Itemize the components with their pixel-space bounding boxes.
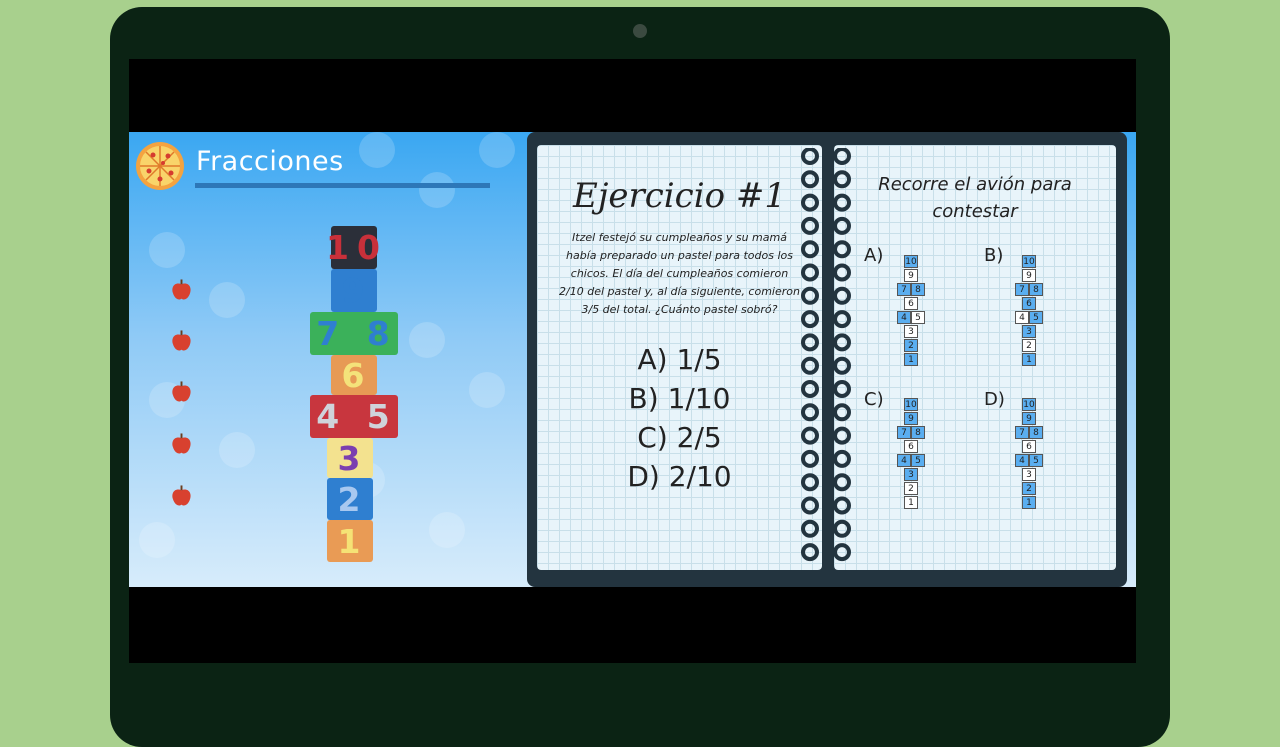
hop-cell: 3 xyxy=(1022,468,1036,481)
pie-decoration xyxy=(139,522,175,558)
notebook-spiral xyxy=(801,148,851,568)
pie-decoration xyxy=(479,132,515,168)
option-label-b: B) xyxy=(984,245,1004,266)
hop-cell: 2 xyxy=(1022,482,1036,495)
answer-b[interactable]: B) 1/10 xyxy=(537,379,822,418)
hop-cell: 5 xyxy=(1029,311,1043,324)
hop-cell: 3 xyxy=(1022,325,1036,338)
laptop-frame: Fracciones 10 9 7 8 6 4 5 3 2 1 Ejercici… xyxy=(110,7,1170,747)
hop-cell: 7 xyxy=(1015,426,1029,439)
notebook-left-page: Ejercicio #1 Itzel festejó su cumpleaños… xyxy=(537,145,822,570)
hop-cell: 2 xyxy=(904,339,918,352)
option-label-d: D) xyxy=(984,389,1005,410)
hop-cell: 1 xyxy=(904,496,918,509)
hop-cell: 2 xyxy=(904,482,918,495)
hop-cell: 4 xyxy=(897,454,911,467)
hopscotch-tile-1[interactable]: 1 xyxy=(327,520,373,562)
hop-cell: 1 xyxy=(1022,496,1036,509)
hop-cell: 1 xyxy=(904,353,918,366)
hop-cell: 4 xyxy=(1015,311,1029,324)
pie-decoration xyxy=(419,172,455,208)
hop-cell: 8 xyxy=(911,426,925,439)
pie-decoration xyxy=(209,282,245,318)
apple-icon xyxy=(172,381,191,402)
apple-icon xyxy=(172,279,191,300)
hop-cell: 7 xyxy=(1015,283,1029,296)
hopscotch-tile-7-8[interactable]: 7 8 xyxy=(310,312,398,355)
hop-cell: 5 xyxy=(1029,454,1043,467)
notebook: Ejercicio #1 Itzel festejó su cumpleaños… xyxy=(527,132,1127,587)
hop-cell: 1 xyxy=(1022,353,1036,366)
title-underline xyxy=(195,183,490,188)
hop-cell: 10 xyxy=(904,255,918,268)
hopscotch-tile-9[interactable]: 9 xyxy=(331,269,377,312)
pie-decoration xyxy=(429,512,465,548)
hop-cell: 6 xyxy=(1022,297,1036,310)
exercise-title: Ejercicio #1 xyxy=(573,176,786,216)
apple-icon xyxy=(172,433,191,454)
hop-cell: 6 xyxy=(904,297,918,310)
hop-cell: 6 xyxy=(904,440,918,453)
hop-cell: 10 xyxy=(904,398,918,411)
answer-a[interactable]: A) 1/5 xyxy=(537,340,822,379)
hop-cell: 9 xyxy=(904,412,918,425)
hopscotch-tile-2[interactable]: 2 xyxy=(327,478,373,520)
hop-cell: 10 xyxy=(1022,255,1036,268)
apple-icon xyxy=(172,485,191,506)
hop-cell: 2 xyxy=(1022,339,1036,352)
hop-cell: 8 xyxy=(911,283,925,296)
hop-cell: 4 xyxy=(897,311,911,324)
hop-cell: 4 xyxy=(1015,454,1029,467)
hopscotch-tile-6[interactable]: 6 xyxy=(331,355,377,395)
hop-cell: 8 xyxy=(1029,283,1043,296)
answer-c[interactable]: C) 2/5 xyxy=(537,418,822,457)
pie-decoration xyxy=(219,432,255,468)
app-title: Fracciones xyxy=(196,146,344,177)
hop-cell: 9 xyxy=(1022,269,1036,282)
hopscotch-tile-4-5[interactable]: 4 5 xyxy=(310,395,398,438)
notebook-right-page: Recorre el avión para contestar A) B) C)… xyxy=(834,145,1116,570)
option-label-c: C) xyxy=(864,389,884,410)
hop-cell: 8 xyxy=(1029,426,1043,439)
hop-cell: 7 xyxy=(897,426,911,439)
pie-decoration xyxy=(469,372,505,408)
screen: Fracciones 10 9 7 8 6 4 5 3 2 1 Ejercici… xyxy=(129,59,1136,663)
slide-canvas: Fracciones 10 9 7 8 6 4 5 3 2 1 Ejercici… xyxy=(129,132,1136,587)
right-page-title: Recorre el avión para contestar xyxy=(878,174,1072,222)
hop-cell: 7 xyxy=(897,283,911,296)
hopscotch-tile-3[interactable]: 3 xyxy=(327,438,373,478)
hop-cell: 3 xyxy=(904,468,918,481)
exercise-text: Itzel festejó su cumpleaños y su mamá ha… xyxy=(559,231,800,316)
option-label-a: A) xyxy=(864,245,884,266)
hop-cell: 5 xyxy=(911,454,925,467)
hop-cell: 3 xyxy=(904,325,918,338)
pie-decoration xyxy=(409,322,445,358)
hop-cell: 10 xyxy=(1022,398,1036,411)
hop-cell: 5 xyxy=(911,311,925,324)
answer-d[interactable]: D) 2/10 xyxy=(537,457,822,496)
pie-decoration xyxy=(149,232,185,268)
apple-icon xyxy=(172,330,191,351)
answer-list: A) 1/5 B) 1/10 C) 2/5 D) 2/10 xyxy=(537,340,822,496)
pizza-icon xyxy=(136,142,184,190)
hop-cell: 9 xyxy=(904,269,918,282)
pie-decoration xyxy=(359,132,395,168)
hop-cell: 6 xyxy=(1022,440,1036,453)
hopscotch-tile-10[interactable]: 10 xyxy=(326,226,380,269)
camera-dot xyxy=(633,24,647,38)
hop-cell: 9 xyxy=(1022,412,1036,425)
